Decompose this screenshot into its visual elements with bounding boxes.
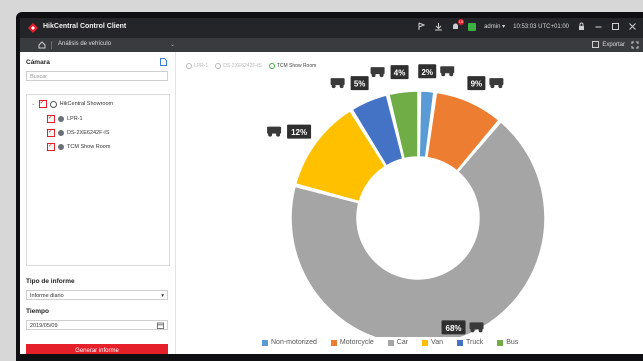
report-type-label: Tipo de informe bbox=[26, 278, 75, 285]
truck-icon bbox=[330, 78, 345, 89]
app-window: HikCentral Control Client 10 admin ▾ 10:… bbox=[20, 18, 643, 354]
checkbox[interactable] bbox=[47, 128, 55, 137]
clock: 10:53:03 UTC+01:00 bbox=[513, 23, 569, 30]
legend-label: Truck bbox=[465, 339, 484, 346]
checkbox[interactable] bbox=[47, 142, 55, 151]
data-label: 4% bbox=[370, 65, 409, 80]
legend-item[interactable]: Car bbox=[387, 339, 409, 346]
date-value: 2019/05/09 bbox=[30, 323, 58, 329]
event-icon[interactable] bbox=[417, 22, 426, 31]
legend-swatch bbox=[422, 339, 429, 346]
tree-root[interactable]: ⌄ HikCentral Showroom bbox=[31, 99, 114, 108]
legend-item[interactable]: Bus bbox=[497, 339, 518, 346]
expand-arrow-icon[interactable]: ⌄ bbox=[31, 101, 36, 107]
data-label-text: 4% bbox=[394, 69, 406, 78]
date-input[interactable]: 2019/05/09 bbox=[26, 320, 168, 330]
alarm-count-badge: 10 bbox=[457, 19, 465, 25]
data-label: 68% bbox=[441, 320, 484, 335]
tree-item[interactable]: DS-2XE6242F-IS bbox=[47, 128, 110, 137]
user-menu[interactable]: admin ▾ bbox=[484, 23, 505, 30]
module-bar: Análisis de vehículo ⌄ Exportar bbox=[20, 38, 643, 52]
bus-icon bbox=[370, 67, 385, 78]
tree-item-label: DS-2XE6242F-IS bbox=[67, 130, 110, 136]
alarm-icon[interactable]: 10 bbox=[451, 19, 465, 31]
download-icon[interactable] bbox=[434, 22, 443, 31]
time-label: Tiempo bbox=[26, 308, 49, 315]
close-icon[interactable] bbox=[628, 22, 637, 31]
legend-item[interactable]: Truck bbox=[456, 339, 484, 346]
module-tab[interactable]: Análisis de vehículo bbox=[58, 41, 111, 47]
camera-label: Cámara bbox=[26, 59, 50, 66]
user-name: admin bbox=[484, 24, 501, 30]
camera-tree: ⌄ HikCentral Showroom LPR-1 DS-2XE6242F-… bbox=[26, 94, 170, 266]
maximize-icon[interactable] bbox=[611, 22, 620, 31]
bicycle-icon bbox=[440, 66, 455, 77]
calendar-icon[interactable] bbox=[157, 322, 164, 329]
data-label-text: 5% bbox=[354, 80, 366, 89]
data-label: 9% bbox=[467, 76, 504, 91]
legend-label: Motorcycle bbox=[339, 339, 374, 346]
data-label-text: 68% bbox=[446, 324, 462, 333]
checkbox[interactable] bbox=[47, 114, 55, 123]
data-label-text: 2% bbox=[421, 68, 433, 77]
lock-icon[interactable] bbox=[577, 22, 586, 31]
status-icon[interactable] bbox=[468, 22, 477, 31]
data-label-text: 12% bbox=[291, 128, 307, 137]
tree-root-label: HikCentral Showroom bbox=[59, 101, 114, 107]
app-title: HikCentral Control Client bbox=[43, 23, 127, 30]
tree-item[interactable]: LPR-1 bbox=[47, 114, 83, 123]
checkbox[interactable] bbox=[38, 99, 47, 108]
legend-swatch bbox=[456, 339, 463, 346]
document-icon[interactable] bbox=[160, 58, 167, 66]
legend-item[interactable]: Non-motorized bbox=[262, 339, 317, 346]
title-bar-controls: 10 admin ▾ 10:53:03 UTC+01:00 bbox=[417, 19, 637, 31]
motorcycle-icon bbox=[489, 78, 504, 89]
data-label-text: 9% bbox=[471, 80, 483, 89]
report-type-value: Informe diario bbox=[30, 293, 64, 299]
tree-item-label: LPR-1 bbox=[67, 116, 83, 122]
legend-label: Van bbox=[431, 339, 443, 346]
search-placeholder: Buscar bbox=[30, 74, 48, 80]
legend-swatch bbox=[330, 339, 337, 346]
tree-item-label: TCM Show Room bbox=[67, 144, 111, 150]
legend-swatch bbox=[387, 339, 394, 346]
export-icon bbox=[592, 41, 600, 48]
camera-icon bbox=[58, 116, 64, 122]
minimize-icon[interactable] bbox=[594, 22, 603, 31]
nav-divider bbox=[51, 41, 52, 49]
chevron-down-icon[interactable]: ⌄ bbox=[170, 41, 175, 48]
data-label: 5% bbox=[330, 76, 369, 91]
legend-label: Car bbox=[396, 339, 409, 346]
camera-icon bbox=[58, 144, 64, 150]
legend-swatch bbox=[262, 339, 268, 346]
legend-label: Non-motorized bbox=[271, 339, 317, 346]
export-button[interactable]: Exportar bbox=[592, 41, 625, 48]
chart-legend: Non-motorized Motorcycle Car Van Truck Bus bbox=[262, 339, 518, 346]
hikcentral-logo-icon bbox=[28, 23, 38, 33]
export-label: Exportar bbox=[602, 41, 625, 48]
legend-item[interactable]: Motorcycle bbox=[330, 339, 374, 346]
site-icon bbox=[49, 100, 57, 108]
home-icon[interactable] bbox=[38, 41, 46, 49]
search-input[interactable]: Buscar bbox=[26, 71, 168, 81]
van-icon bbox=[267, 126, 282, 137]
legend-swatch bbox=[497, 339, 504, 346]
report-type-select[interactable]: Informe diario ▾ bbox=[26, 290, 168, 300]
data-label: 2% bbox=[418, 64, 455, 79]
tree-item[interactable]: TCM Show Room bbox=[47, 142, 111, 151]
legend-label: Bus bbox=[506, 339, 519, 346]
fullscreen-icon[interactable] bbox=[631, 41, 639, 49]
dropdown-arrow-icon: ▾ bbox=[161, 293, 164, 299]
generate-report-button[interactable]: Generar informe bbox=[26, 344, 168, 354]
title-bar: HikCentral Control Client 10 admin ▾ 10:… bbox=[20, 18, 643, 38]
report-area: LPR-1 DS-2XE6242F-IS TCM Show Room 2% 9% 6… bbox=[176, 52, 643, 354]
legend-item[interactable]: Van bbox=[422, 339, 443, 346]
data-label: 12% bbox=[267, 124, 312, 139]
sidebar: Cámara Buscar ⌄ HikCentral Showroom LPR-… bbox=[20, 52, 176, 354]
camera-icon bbox=[58, 130, 64, 136]
donut-chart: 2% 9% 68% 12% 5% 4% bbox=[267, 64, 546, 337]
